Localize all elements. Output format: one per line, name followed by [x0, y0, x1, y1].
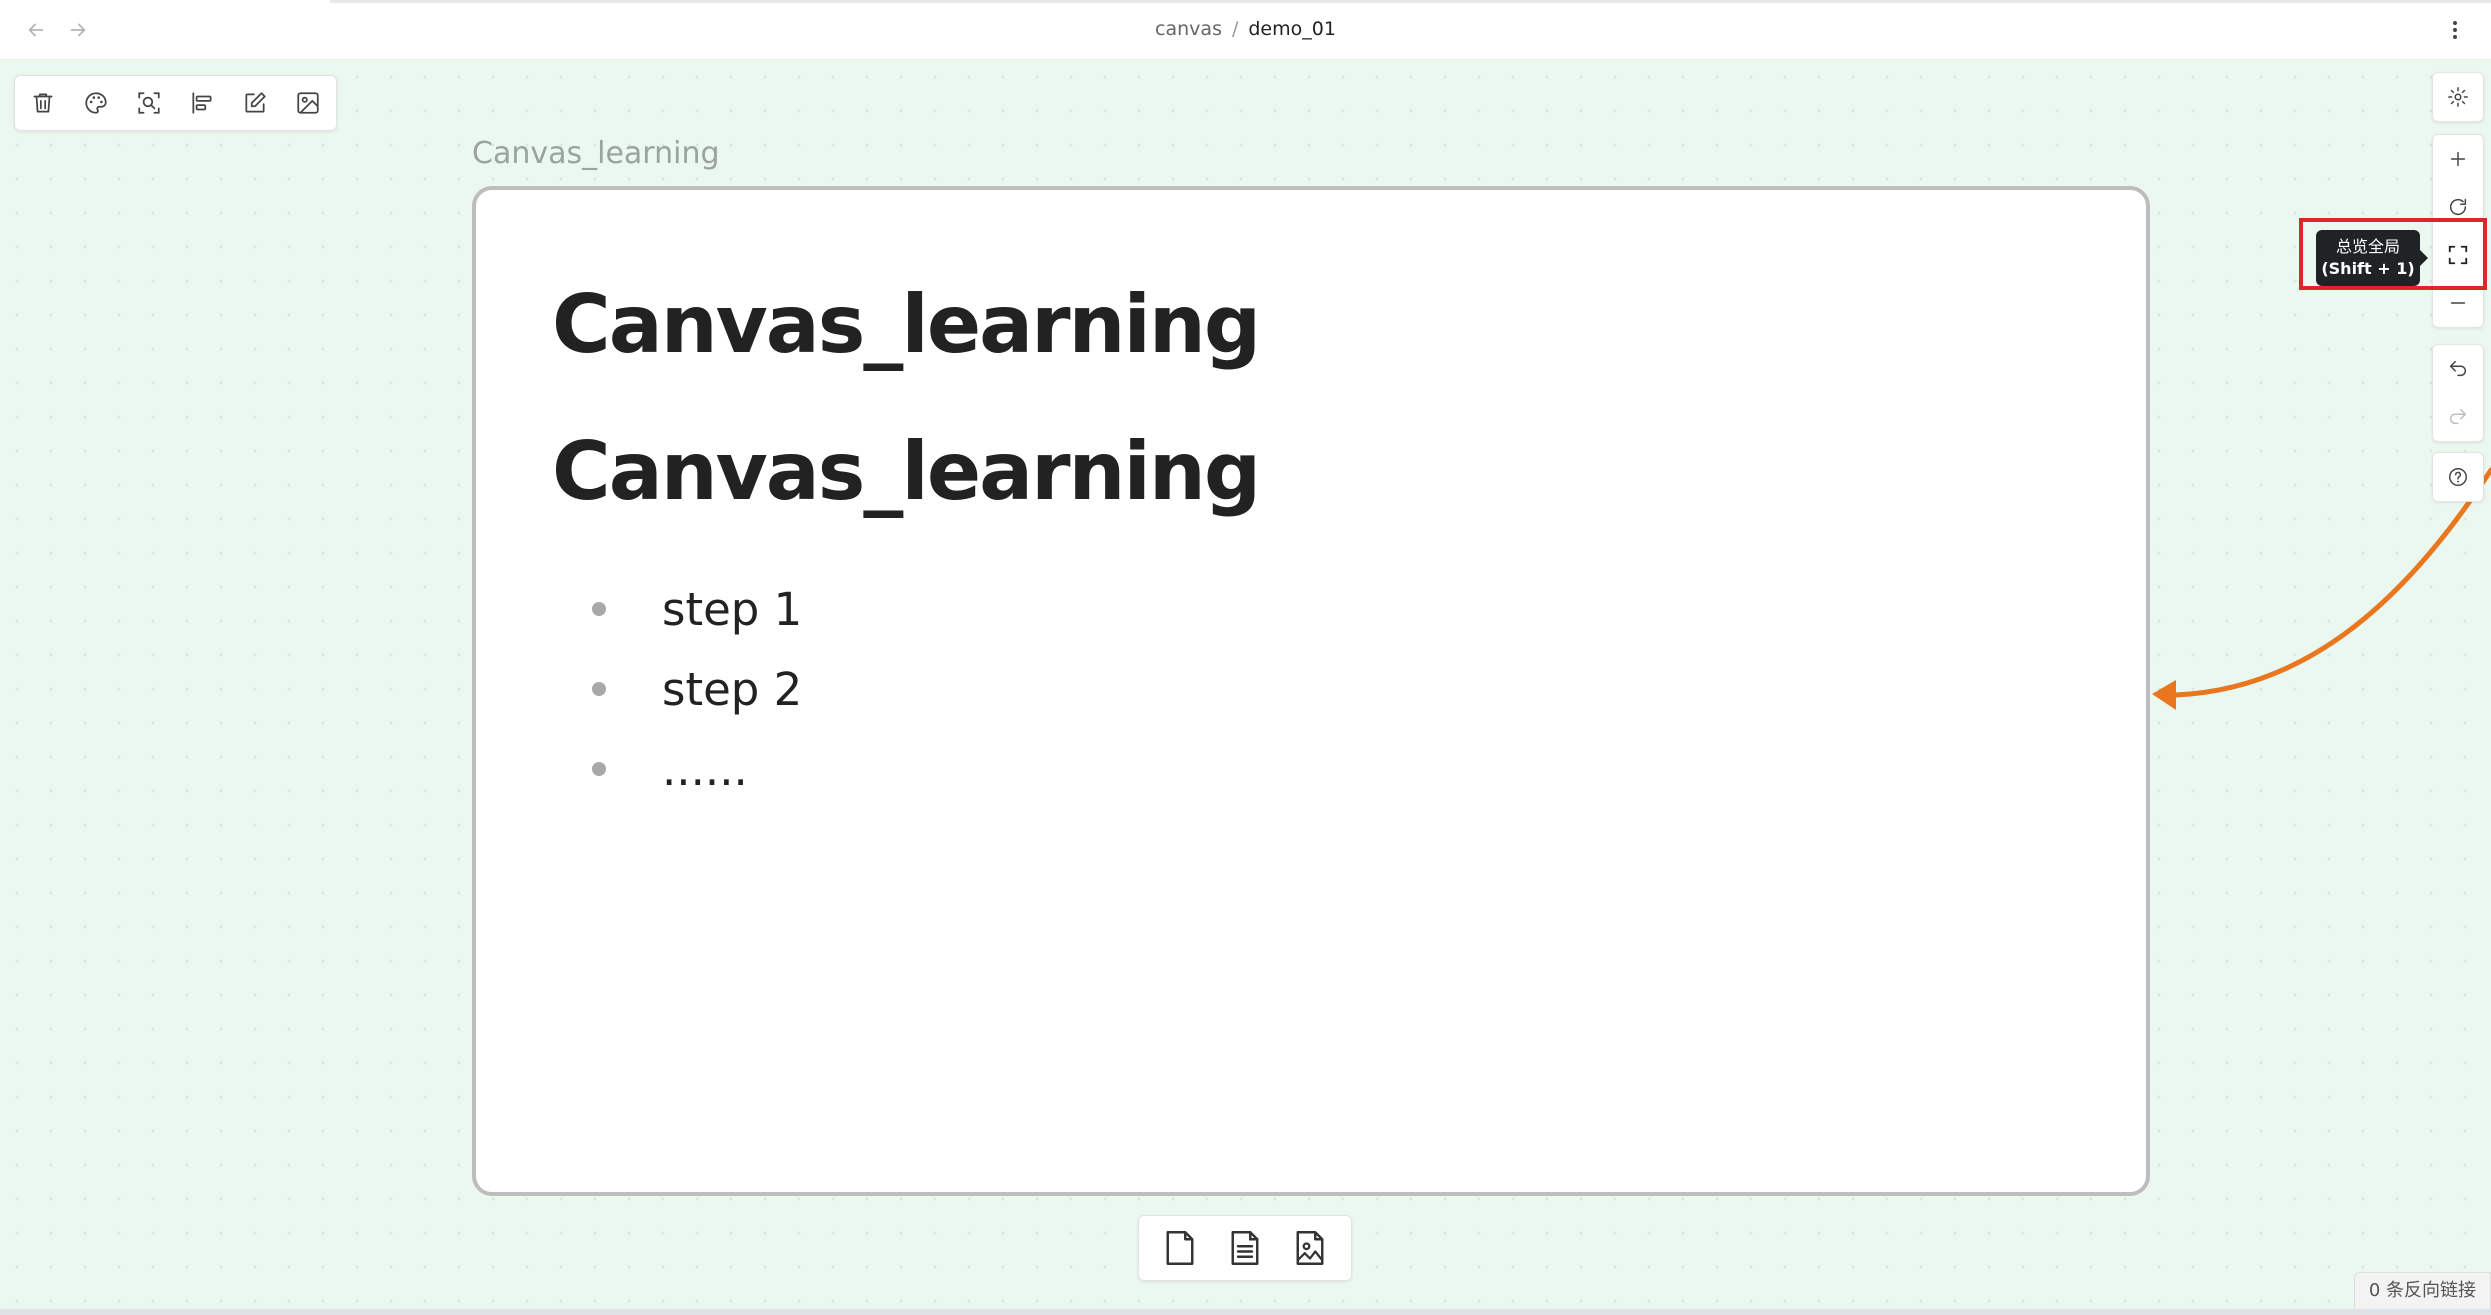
zoom-in-icon [2450, 151, 2466, 167]
add-card-button[interactable] [1156, 1224, 1204, 1272]
new-card-icon [1166, 1231, 1194, 1265]
align-icon [192, 92, 212, 114]
bullet-icon [592, 682, 606, 696]
zoom-out-icon [2450, 302, 2466, 304]
tab-divider [330, 0, 2491, 3]
add-media-icon [1296, 1231, 1324, 1265]
breadcrumb-current[interactable]: demo_01 [1248, 18, 1336, 40]
color-button[interactable] [78, 85, 114, 121]
edge-arrowhead-icon [2152, 680, 2176, 710]
breadcrumb-separator: / [1231, 18, 1239, 40]
palette-icon [85, 92, 107, 114]
list-item-text: step 1 [662, 583, 803, 636]
bottom-divider [0, 1309, 2491, 1315]
breadcrumb-parent[interactable]: canvas [1155, 18, 1222, 40]
edit-icon [245, 92, 266, 113]
more-vertical-icon [2453, 21, 2457, 39]
add-media-button[interactable] [1286, 1224, 1334, 1272]
history-controls [2432, 344, 2484, 442]
image-button[interactable] [290, 85, 326, 121]
image-icon [297, 92, 319, 114]
trash-icon [33, 93, 53, 113]
list-item: step 1 [556, 570, 802, 650]
list-item: ...... [556, 730, 802, 810]
settings-group [2432, 72, 2484, 122]
settings-icon [2448, 87, 2468, 107]
undo-button[interactable] [2433, 345, 2483, 393]
list-item: step 2 [556, 650, 802, 730]
tooltip-line-1: 总览全局 [2335, 237, 2400, 256]
breadcrumb: canvas / demo_01 [0, 18, 2491, 40]
help-group [2432, 452, 2484, 502]
backlinks-status[interactable]: 0 条反向链接 [2353, 1272, 2491, 1310]
card-heading-2: Canvas_learning [552, 425, 1261, 518]
reset-zoom-icon [2449, 198, 2467, 216]
zoom-to-selection-icon [138, 92, 160, 114]
new-note-icon [1231, 1231, 1259, 1265]
card-node[interactable]: Canvas_learning Canvas_learning step 1 s… [472, 186, 2150, 1196]
tooltip-line-2: (Shift + 1) [2321, 259, 2415, 278]
help-button[interactable] [2433, 453, 2483, 501]
add-note-button[interactable] [1221, 1224, 1269, 1272]
title-bar: canvas / demo_01 [0, 0, 2491, 60]
list-item-text: ...... [662, 743, 748, 796]
zoom-in-button[interactable] [2433, 135, 2483, 183]
node-toolbar [14, 75, 337, 131]
bullet-icon [592, 762, 606, 776]
edit-button[interactable] [237, 85, 273, 121]
delete-button[interactable] [25, 85, 61, 121]
node-label[interactable]: Canvas_learning [472, 136, 720, 171]
zoom-to-fit-tooltip: 总览全局 (Shift + 1) [2316, 230, 2428, 286]
card-list: step 1 step 2 ...... [556, 570, 802, 810]
redo-icon [2450, 408, 2467, 425]
align-button[interactable] [184, 85, 220, 121]
bullet-icon [592, 602, 606, 616]
canvas-area[interactable]: Canvas_learning Canvas_learning Canvas_l… [0, 60, 2491, 1315]
settings-button[interactable] [2433, 73, 2483, 121]
zoom-to-selection-button[interactable] [131, 85, 167, 121]
redo-button[interactable] [2433, 393, 2483, 441]
card-heading-1: Canvas_learning [552, 278, 1261, 371]
card-menu [1138, 1215, 1352, 1281]
more-options-button[interactable] [2443, 14, 2467, 46]
list-item-text: step 2 [662, 663, 803, 716]
undo-icon [2449, 360, 2466, 377]
help-icon [2449, 468, 2467, 486]
